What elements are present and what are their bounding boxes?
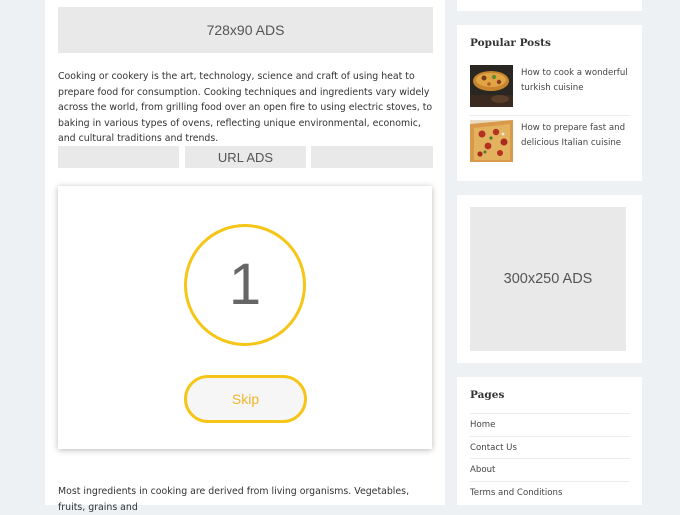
sidebar-top-widget — [457, 0, 642, 11]
main-content: 728x90 ADS Cooking or cookery is the art… — [45, 0, 445, 513]
popular-posts-widget: Popular Posts How to cook a wonderful tu… — [457, 25, 642, 181]
page-link-terms[interactable]: Terms and Conditions — [470, 480, 630, 504]
countdown-ring: 1 — [184, 224, 306, 346]
post-title-link[interactable]: How to prepare fast and delicious Italia… — [521, 121, 631, 150]
article-paragraph: Cooking or cookery is the art, technolog… — [58, 71, 433, 145]
url-ads-row: URL ADS — [58, 146, 433, 168]
sidebar-ad-widget: 300x250 ADS — [457, 195, 642, 363]
top-ad-banner[interactable]: 728x90 ADS — [58, 7, 433, 53]
post-thumbnail[interactable] — [470, 65, 513, 107]
widget-title: Pages — [470, 389, 505, 401]
post-divider — [470, 115, 630, 116]
post-thumbnail[interactable] — [470, 120, 513, 162]
popular-post-item[interactable]: How to cook a wonderful turkish cuisine — [470, 65, 630, 109]
url-ad-slot-center[interactable]: URL ADS — [185, 146, 306, 168]
page-link-contact[interactable]: Contact Us — [470, 435, 630, 459]
popular-post-item[interactable]: How to prepare fast and delicious Italia… — [470, 120, 630, 164]
page-link-home[interactable]: Home — [470, 413, 630, 436]
url-ad-slot-right[interactable] — [311, 146, 433, 168]
post-title-link[interactable]: How to cook a wonderful turkish cuisine — [521, 66, 631, 95]
sidebar-ad-square[interactable]: 300x250 ADS — [470, 207, 626, 351]
countdown-number: 1 — [228, 252, 262, 317]
pages-widget: Pages Home Contact Us About Terms and Co… — [457, 377, 642, 505]
page-link-about[interactable]: About — [470, 458, 630, 481]
countdown-card: 1 Skip — [58, 186, 432, 449]
widget-title: Popular Posts — [470, 37, 551, 49]
url-ad-slot-left[interactable] — [58, 146, 179, 168]
skip-button[interactable]: Skip — [184, 375, 307, 423]
article-paragraph: Most ingredients in cooking are derived … — [58, 486, 410, 513]
pages-list: Home Contact Us About Terms and Conditio… — [470, 413, 630, 503]
